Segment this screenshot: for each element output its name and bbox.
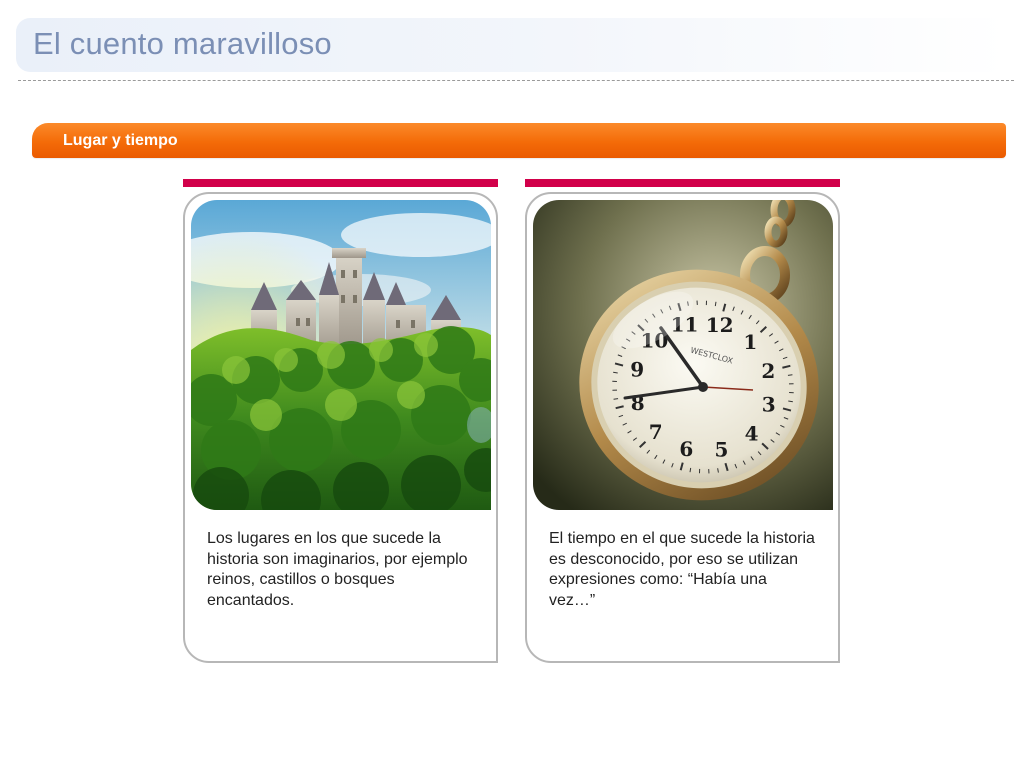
watch-tick — [714, 301, 717, 307]
watch-numeral: 9 — [630, 357, 644, 381]
watch-numeral: 4 — [745, 421, 759, 445]
card-lugar: Los lugares en los que sucede la histori… — [183, 179, 498, 663]
watch-numeral: 3 — [762, 393, 776, 417]
watch-numeral: 12 — [706, 313, 734, 337]
watch-numeral: 5 — [714, 438, 728, 462]
section-label: Lugar y tiempo — [63, 132, 178, 149]
card-tiempo: 12 1 2 3 4 5 6 7 8 9 10 11 WESTCLOX El tiempo en el… — [525, 179, 840, 663]
card-description: Los lugares en los que sucede la histori… — [207, 530, 468, 609]
watch-numeral: 7 — [649, 420, 663, 444]
pocket-watch-image: 12 1 2 3 4 5 6 7 8 9 10 11 WESTCLOX — [533, 200, 833, 510]
title-bar: El cuento maravilloso — [16, 18, 1008, 72]
card-accent-bar — [183, 179, 498, 187]
section-header: Lugar y tiempo — [32, 123, 1006, 158]
watch-numeral: 6 — [679, 437, 693, 461]
card-accent-bar — [525, 179, 840, 187]
card-description: El tiempo en el que sucede la historia e… — [549, 530, 815, 609]
page-title: El cuento maravilloso — [33, 26, 332, 61]
watch-numeral: 2 — [761, 359, 775, 383]
watch-tick — [613, 398, 619, 400]
watch-tick — [787, 374, 793, 376]
watch-tick — [689, 467, 692, 473]
watch-numeral: 1 — [743, 330, 757, 354]
slide: El cuento maravilloso Lugar y tiempo Los… — [0, 0, 1024, 768]
divider — [18, 80, 1014, 81]
castle-image — [191, 200, 491, 510]
